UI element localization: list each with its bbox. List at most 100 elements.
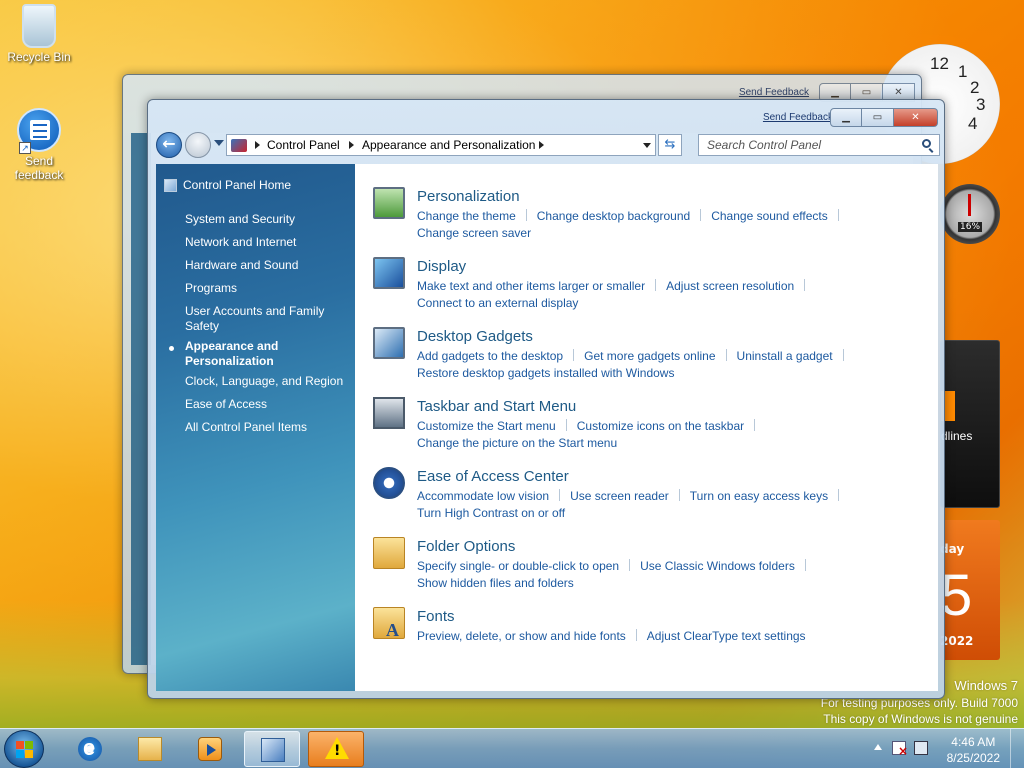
watermark-genuine: This copy of Windows is not genuine xyxy=(823,712,1018,726)
close-button[interactable]: ✕ xyxy=(894,108,938,127)
sidebar-item-appearance[interactable]: Appearance and Personalization xyxy=(185,339,305,369)
category-title[interactable]: Folder Options xyxy=(417,538,515,555)
send-feedback-link[interactable]: Send Feedback xyxy=(763,112,833,123)
taskbar-item-warning[interactable]: ! xyxy=(308,731,364,767)
task-link[interactable]: Make text and other items larger or smal… xyxy=(417,279,645,293)
task-link[interactable]: Change desktop background xyxy=(537,209,690,223)
forward-button[interactable] xyxy=(185,132,211,158)
task-link[interactable]: Adjust ClearType text settings xyxy=(647,629,806,643)
category-title[interactable]: Taskbar and Start Menu xyxy=(417,398,576,415)
task-link[interactable]: Preview, delete, or show and hide fonts xyxy=(417,629,626,643)
task-link[interactable]: Connect to an external display xyxy=(417,296,578,310)
category-taskbar-start-menu: Taskbar and Start Menu Customize the Sta… xyxy=(373,397,933,459)
sidebar-item-all-items[interactable]: All Control Panel Items xyxy=(185,420,345,435)
task-link[interactable]: Accommodate low vision xyxy=(417,489,549,503)
breadcrumb-separator-icon[interactable] xyxy=(349,141,354,149)
show-hidden-icons-icon[interactable] xyxy=(874,744,882,750)
control-panel-home-icon xyxy=(164,178,177,192)
control-panel-home-label: Control Panel Home xyxy=(183,178,292,192)
breadcrumb-separator-icon[interactable] xyxy=(539,141,544,149)
sidebar-item-programs[interactable]: Programs xyxy=(185,281,345,296)
taskbar-item-media-player[interactable] xyxy=(182,731,238,767)
control-panel-home-link[interactable]: Control Panel Home xyxy=(164,178,291,192)
task-link[interactable]: Add gadgets to the desktop xyxy=(417,349,563,363)
task-link[interactable]: Customize icons on the taskbar xyxy=(577,419,744,433)
recent-pages-dropdown[interactable] xyxy=(214,140,224,146)
sidebar: Control Panel Home System and Security N… xyxy=(156,164,355,691)
sidebar-item-hardware-sound[interactable]: Hardware and Sound xyxy=(185,258,345,273)
sidebar-item-clock-language[interactable]: Clock, Language, and Region xyxy=(185,374,345,389)
address-dropdown-icon[interactable] xyxy=(643,143,651,148)
calendar-gadget[interactable]: day 5 2022 xyxy=(940,520,1000,660)
windows-logo-icon xyxy=(16,741,34,759)
task-link[interactable]: Change sound effects xyxy=(711,209,828,223)
search-box[interactable] xyxy=(698,134,940,156)
task-link[interactable]: Adjust screen resolution xyxy=(666,279,794,293)
back-button[interactable]: ← xyxy=(156,132,182,158)
category-title[interactable]: Personalization xyxy=(417,188,520,205)
show-desktop-button[interactable] xyxy=(1010,729,1024,768)
network-icon[interactable] xyxy=(914,741,928,755)
search-icon[interactable] xyxy=(922,139,931,148)
task-link[interactable]: Change the picture on the Start menu xyxy=(417,436,617,450)
ie-icon xyxy=(78,735,102,761)
control-panel-icon xyxy=(261,738,285,762)
category-title[interactable]: Fonts xyxy=(417,608,455,625)
gadgets-icon xyxy=(373,327,405,359)
task-link[interactable]: Uninstall a gadget xyxy=(737,349,833,363)
task-link[interactable]: Use screen reader xyxy=(570,489,669,503)
taskbar-item-windows-explorer[interactable] xyxy=(122,731,178,767)
display-icon xyxy=(373,257,405,289)
category-links: Preview, delete, or show and hide fonts A… xyxy=(417,628,887,645)
category-title[interactable]: Desktop Gadgets xyxy=(417,328,533,345)
back-arrow-icon: ← xyxy=(162,134,176,153)
task-link[interactable]: Restore desktop gadgets installed with W… xyxy=(417,366,674,380)
maximize-button[interactable]: ▭ xyxy=(862,108,894,127)
desktop-icon-label: Send feedback xyxy=(14,154,64,182)
feed-gadget-text: dlines xyxy=(941,429,973,443)
search-input[interactable] xyxy=(699,135,899,155)
sidebar-item-network-internet[interactable]: Network and Internet xyxy=(185,235,345,250)
category-links: Customize the Start menu Customize icons … xyxy=(417,418,887,452)
sidebar-item-system-security[interactable]: System and Security xyxy=(185,212,345,227)
category-title[interactable]: Ease of Access Center xyxy=(417,468,569,485)
breadcrumb-appearance[interactable]: Appearance and Personalization xyxy=(362,138,535,152)
category-title[interactable]: Display xyxy=(417,258,466,275)
cpu-percent: 16% xyxy=(958,222,983,232)
sidebar-item-user-accounts[interactable]: User Accounts and Family Safety xyxy=(185,304,330,334)
breadcrumb-control-panel[interactable]: Control Panel xyxy=(267,138,340,152)
task-link[interactable]: Change the theme xyxy=(417,209,516,223)
refresh-button[interactable]: ⇆ xyxy=(658,134,682,156)
breadcrumb-separator-icon[interactable] xyxy=(255,141,260,149)
control-panel-window[interactable]: Send Feedback ▁ ▭ ✕ ← Control Panel Appe… xyxy=(147,99,945,699)
calendar-year: 2022 xyxy=(940,634,974,648)
taskbar-item-internet-explorer[interactable] xyxy=(62,731,118,767)
task-link[interactable]: Show hidden files and folders xyxy=(417,576,574,590)
category-folder-options: Folder Options Specify single- or double… xyxy=(373,537,933,599)
task-link[interactable]: Specify single- or double-click to open xyxy=(417,559,619,573)
desktop-icon-recycle-bin[interactable]: Recycle Bin xyxy=(1,4,77,64)
desktop-icon-label: Recycle Bin xyxy=(7,50,71,64)
start-button[interactable] xyxy=(4,730,44,768)
clock-number: 12 xyxy=(930,54,949,73)
minimize-button[interactable]: ▁ xyxy=(830,108,862,127)
active-bullet-icon xyxy=(169,346,174,351)
cpu-meter-gadget[interactable]: 16% xyxy=(940,184,1000,244)
task-link[interactable]: Customize the Start menu xyxy=(417,419,556,433)
task-link[interactable]: Turn High Contrast on or off xyxy=(417,506,565,520)
taskbar-item-control-panel[interactable] xyxy=(244,731,300,767)
address-bar[interactable]: Control Panel Appearance and Personaliza… xyxy=(226,134,656,156)
task-link[interactable]: Change screen saver xyxy=(417,226,531,240)
sidebar-item-ease-of-access[interactable]: Ease of Access xyxy=(185,397,345,412)
desktop-icon-send-feedback[interactable]: ↗ Send feedback xyxy=(1,108,77,182)
system-tray: 4:46 AM 8/25/2022 xyxy=(864,729,1024,768)
feed-headlines-gadget[interactable]: dlines xyxy=(940,340,1000,508)
clock[interactable]: 4:46 AM 8/25/2022 xyxy=(947,734,1000,766)
task-link[interactable]: Turn on easy access keys xyxy=(690,489,828,503)
category-links: Accommodate low vision Use screen reader T… xyxy=(417,488,887,522)
action-center-icon[interactable] xyxy=(892,741,908,758)
task-link[interactable]: Use Classic Windows folders xyxy=(640,559,795,573)
task-link[interactable]: Get more gadgets online xyxy=(584,349,715,363)
category-personalization: Personalization Change the theme Change d… xyxy=(373,187,933,249)
send-feedback-link[interactable]: Send Feedback xyxy=(739,87,809,98)
